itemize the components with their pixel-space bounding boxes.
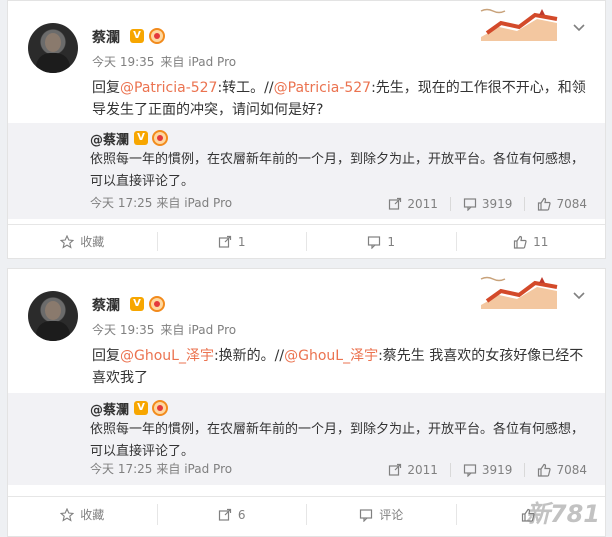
quoted-like-button[interactable]: 7084 [524, 463, 587, 477]
medal-icon [152, 130, 168, 146]
action-bar: 收藏 6 评论 [8, 496, 605, 532]
quoted-meta: 今天 17:25 来自 iPad Pro [90, 460, 236, 477]
post-source: 来自 iPad Pro [160, 55, 237, 69]
author-name[interactable]: 蔡瀾 [92, 27, 120, 47]
great-wall-banner-icon [480, 8, 558, 41]
comment-count: 1 [387, 234, 396, 249]
site-watermark: 新781 [525, 500, 600, 528]
quoted-time[interactable]: 今天 17:25 [90, 196, 152, 210]
quoted-comment-button[interactable]: 3919 [449, 463, 513, 477]
author-name[interactable]: 蔡瀾 [92, 295, 120, 315]
verified-badge-icon: V [130, 297, 144, 311]
quoted-repost-count: 2011 [407, 197, 438, 211]
mention-link[interactable]: @Patricia-527 [120, 80, 217, 96]
quoted-post[interactable]: @蔡瀾 V 依照每一年的慣例，在农層新年前的一个月，到除夕为止，开放平台。各位有… [8, 393, 605, 485]
action-bar: 收藏 1 1 11 [8, 224, 605, 258]
mention-link[interactable]: @GhouL_泽宇 [284, 348, 378, 364]
post-time[interactable]: 今天 19:35 [92, 55, 154, 69]
chevron-down-icon[interactable] [571, 21, 587, 37]
comment-icon [463, 198, 477, 211]
medal-icon [149, 296, 165, 312]
quoted-post[interactable]: @蔡瀾 V 依照每一年的慣例，在农層新年前的一个月，到除夕为止，开放平台。各位有… [8, 123, 605, 219]
repost-icon [218, 508, 232, 521]
quoted-like-button[interactable]: 7084 [524, 197, 587, 211]
chevron-down-icon[interactable] [571, 289, 587, 305]
quoted-text: 依照每一年的慣例，在农層新年前的一个月，到除夕为止，开放平台。各位有何感想，可以… [90, 422, 585, 459]
verified-badge-icon: V [134, 131, 148, 145]
favorite-button[interactable]: 收藏 [8, 504, 157, 525]
verified-badge-icon: V [134, 401, 148, 415]
repost-count: 6 [237, 507, 246, 522]
repost-icon [389, 197, 402, 210]
post-content: 回复@GhouL_泽宇:换新的。//@GhouL_泽宇:蔡先生 我喜欢的女孩好像… [92, 345, 592, 389]
quoted-comment-button[interactable]: 3919 [449, 197, 513, 211]
quoted-meta: 今天 17:25 来自 iPad Pro [90, 194, 236, 211]
thumbs-up-icon [538, 463, 552, 477]
quoted-repost-count: 2011 [407, 463, 438, 477]
favorite-label: 收藏 [80, 508, 105, 522]
content-text: 回复 [92, 348, 120, 364]
thumbs-up-icon [514, 235, 527, 249]
post-meta: 今天 19:35 来自 iPad Pro [92, 53, 242, 70]
quoted-text: 依照每一年的慣例，在农層新年前的一个月，到除夕为止，开放平台。各位有何感想，可以… [90, 152, 585, 189]
post-meta: 今天 19:35 来自 iPad Pro [92, 321, 242, 338]
quoted-author[interactable]: @蔡瀾 [90, 129, 129, 148]
comment-icon [368, 235, 381, 249]
repost-button[interactable]: 1 [156, 232, 307, 251]
avatar[interactable] [28, 291, 78, 341]
content-text: :换新的。// [213, 348, 285, 364]
comment-icon [360, 508, 373, 522]
quoted-actions: 2011 3919 7084 [376, 197, 587, 211]
repost-count: 1 [237, 234, 246, 249]
quoted-repost-button[interactable]: 2011 [376, 197, 438, 211]
like-count: 11 [533, 234, 549, 249]
thumbs-up-icon [538, 197, 552, 211]
favorite-button[interactable]: 收藏 [8, 232, 157, 251]
star-icon [60, 507, 75, 522]
quoted-author[interactable]: @蔡瀾 [90, 399, 129, 418]
post-time[interactable]: 今天 19:35 [92, 323, 154, 337]
verified-badge-icon: V [130, 29, 144, 43]
medal-icon [152, 400, 168, 416]
weibo-post-2: 蔡瀾 V 今天 19:35 来自 iPad Pro 回复@GhouL_泽宇:换新的… [7, 268, 606, 537]
repost-icon [218, 235, 232, 248]
mention-link[interactable]: @GhouL_泽宇 [120, 348, 214, 364]
favorite-label: 收藏 [80, 235, 105, 249]
post-content: 回复@Patricia-527:转工。//@Patricia-527:先生，现在… [92, 77, 592, 121]
quoted-source: 来自 iPad Pro [156, 462, 233, 476]
quoted-repost-button[interactable]: 2011 [376, 463, 438, 477]
medal-icon [149, 28, 165, 44]
comment-button[interactable]: 1 [306, 232, 456, 251]
repost-icon [389, 463, 402, 476]
great-wall-banner-icon [480, 276, 558, 309]
comment-button[interactable]: 评论 [306, 504, 456, 525]
repost-button[interactable]: 6 [156, 504, 307, 525]
mention-link[interactable]: @Patricia-527 [274, 80, 371, 96]
quoted-like-count: 7084 [556, 463, 587, 477]
weibo-post-1: 蔡瀾 V 今天 19:35 来自 iPad Pro 回复@Patricia-527… [7, 0, 606, 259]
star-icon [60, 234, 75, 249]
post-source: 来自 iPad Pro [160, 323, 237, 337]
content-text: 回复 [92, 80, 120, 96]
quoted-actions: 2011 3919 7084 [376, 463, 587, 477]
comment-icon [463, 464, 477, 477]
comment-label: 评论 [379, 508, 404, 522]
quoted-source: 来自 iPad Pro [156, 196, 233, 210]
quoted-comment-count: 3919 [481, 197, 513, 211]
quoted-comment-count: 3919 [481, 463, 513, 477]
quoted-time[interactable]: 今天 17:25 [90, 462, 152, 476]
content-text: :转工。// [217, 80, 274, 96]
quoted-like-count: 7084 [556, 197, 587, 211]
avatar[interactable] [28, 23, 78, 73]
like-button[interactable]: 11 [455, 232, 606, 251]
